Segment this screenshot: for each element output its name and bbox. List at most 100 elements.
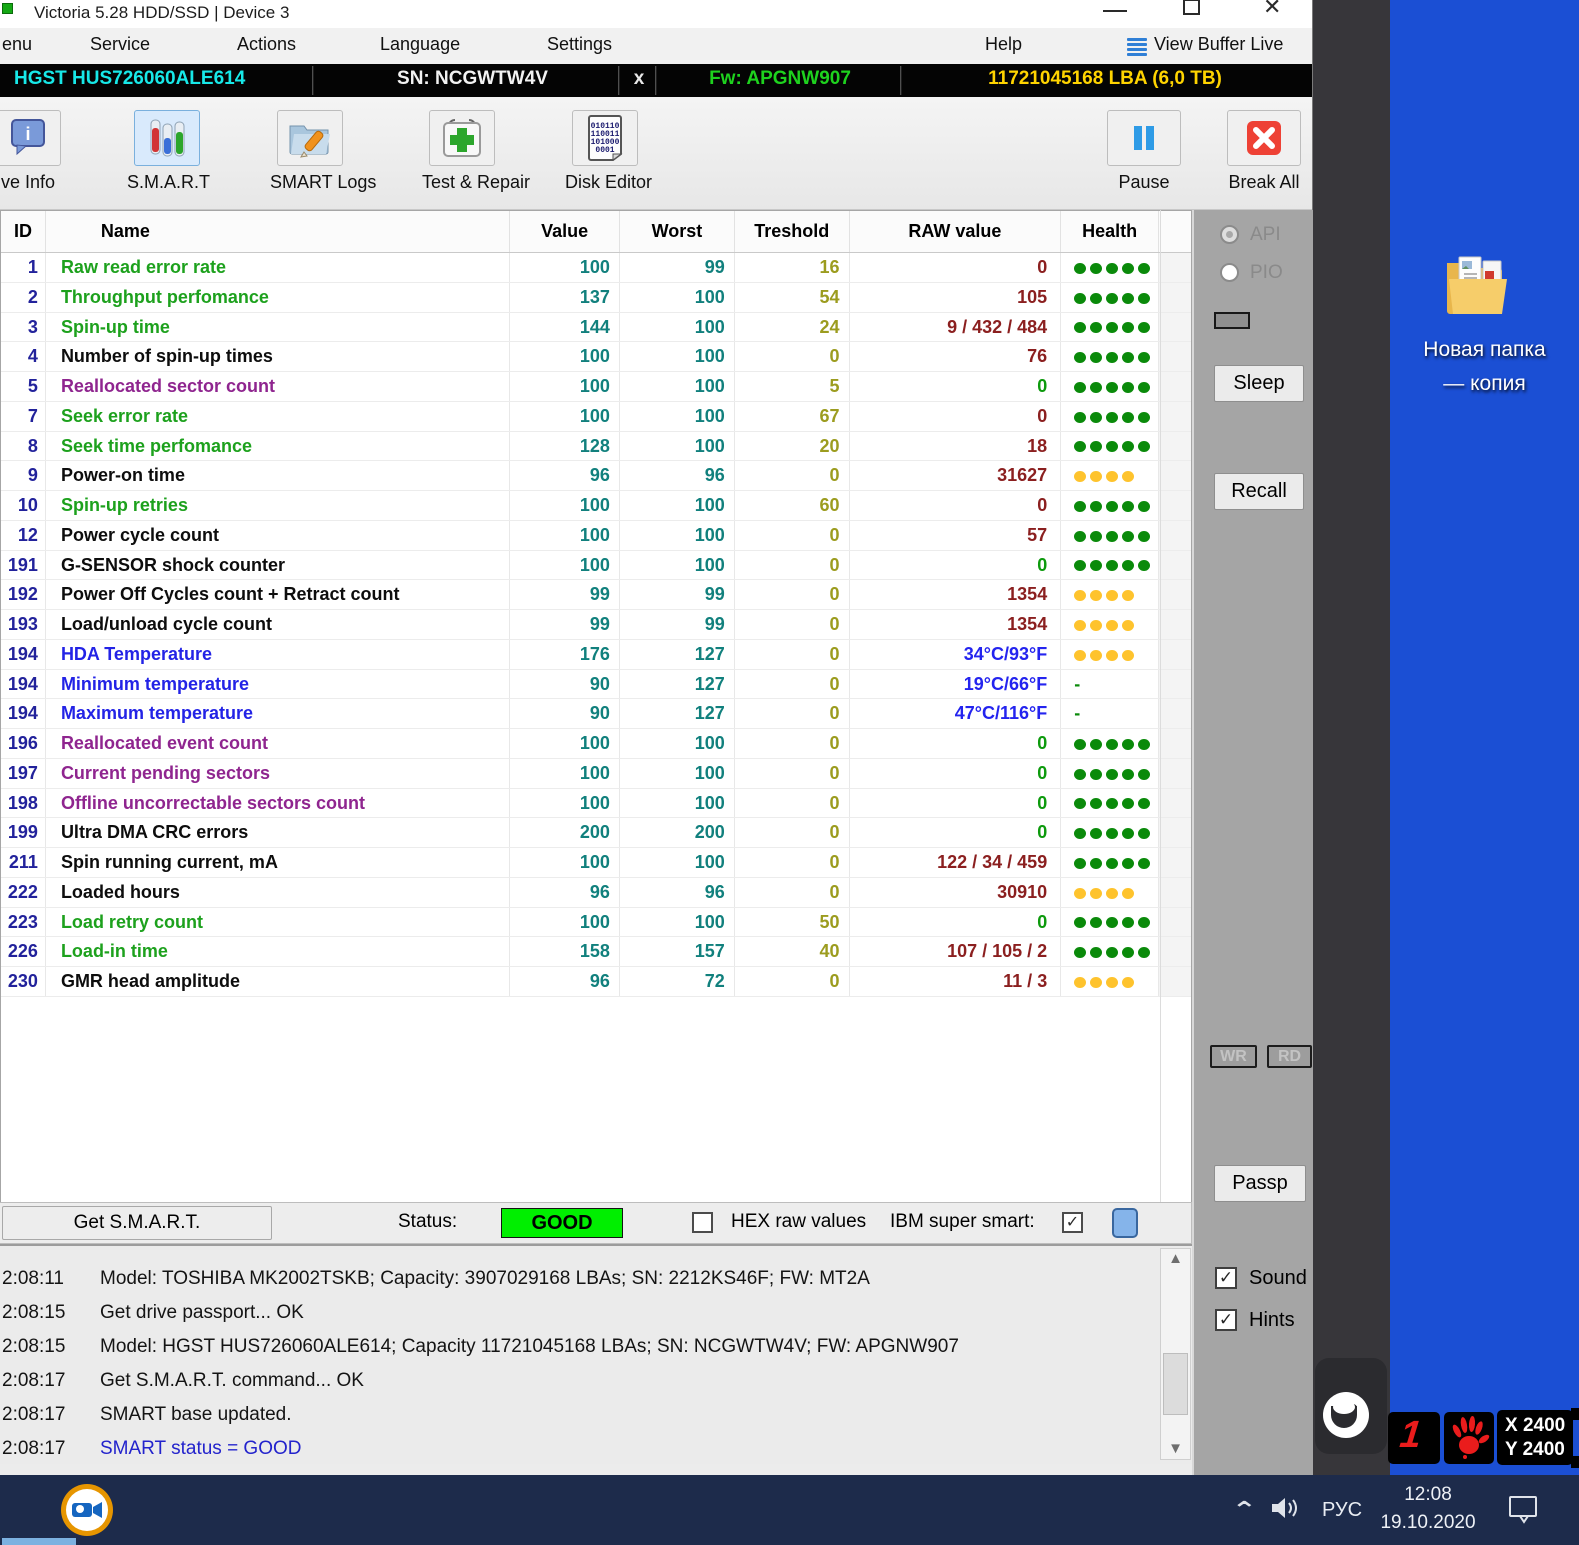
smart-table-row[interactable]: 192Power Off Cycles count + Retract coun… — [1, 580, 1191, 610]
smart-table-row[interactable]: 194Minimum temperature90127019°C/66°F- — [1, 670, 1191, 700]
clock[interactable]: 12:08 19.10.2020 — [1378, 1481, 1478, 1537]
attribute-worst: 157 — [620, 937, 735, 966]
smart-table-row[interactable]: 194Maximum temperature90127047°C/116°F- — [1, 699, 1191, 729]
scroll-up-icon[interactable]: ▲ — [1161, 1249, 1190, 1269]
smart-table-row[interactable]: 10Spin-up retries100100600 — [1, 491, 1191, 521]
minimize-button[interactable] — [1103, 10, 1127, 12]
desktop-folder-icon[interactable] — [1445, 253, 1525, 331]
ibm-super-smart-checkbox[interactable]: ✓ — [1062, 1212, 1083, 1233]
row-scroll-track — [1159, 372, 1191, 401]
pio-radio[interactable] — [1220, 263, 1239, 282]
smart-table-row[interactable]: 223Load retry count100100500 — [1, 908, 1191, 938]
row-scroll-track — [1159, 551, 1191, 580]
health-dot — [1138, 501, 1150, 512]
attribute-value: 100 — [510, 491, 620, 520]
close-button[interactable]: ✕ — [1263, 0, 1281, 20]
smart-table-row[interactable]: 199Ultra DMA CRC errors20020000 — [1, 818, 1191, 848]
smart-table-row[interactable]: 4Number of spin-up times100100076 — [1, 342, 1191, 372]
test-repair-button[interactable]: Test & Repair — [422, 110, 502, 193]
wr-button[interactable]: WR — [1210, 1045, 1257, 1068]
menu-item-language[interactable]: Language — [380, 34, 460, 55]
attribute-raw-value: 9 / 432 / 484 — [850, 313, 1062, 342]
menu-item-menu[interactable]: enu — [2, 34, 32, 55]
break-all-button[interactable]: Break All — [1224, 110, 1304, 193]
header-health[interactable]: Health — [1061, 211, 1159, 252]
scrollbar-thumb[interactable] — [1163, 1353, 1188, 1415]
taskbar-time: 12:08 — [1378, 1481, 1478, 1509]
menu-item-help[interactable]: Help — [985, 34, 1022, 55]
maximize-button[interactable] — [1183, 0, 1200, 15]
smart-button[interactable]: S.M.A.R.T — [127, 110, 207, 193]
smart-table-row[interactable]: 196Reallocated event count10010000 — [1, 729, 1191, 759]
header-worst[interactable]: Worst — [620, 211, 735, 252]
screen-recorder-icon[interactable] — [60, 1483, 114, 1537]
attribute-treshold: 60 — [735, 491, 850, 520]
ibm-color-swatch[interactable] — [1112, 1208, 1138, 1238]
smart-table-row[interactable]: 197Current pending sectors10010000 — [1, 759, 1191, 789]
attribute-name: Seek error rate — [46, 402, 510, 431]
notification-center-icon[interactable] — [1508, 1495, 1540, 1530]
smart-table-row[interactable]: 222Loaded hours9696030910 — [1, 878, 1191, 908]
attribute-health — [1061, 491, 1159, 520]
hints-checkbox[interactable]: ✓ — [1215, 1309, 1237, 1331]
menu-item-actions[interactable]: Actions — [237, 34, 296, 55]
hex-raw-values-checkbox[interactable] — [692, 1212, 713, 1233]
window-title: Victoria 5.28 HDD/SSD | Device 3 — [34, 3, 289, 23]
attribute-health — [1061, 313, 1159, 342]
header-treshold[interactable]: Treshold — [735, 211, 850, 252]
attribute-value: 99 — [510, 610, 620, 639]
sleep-button[interactable]: Sleep — [1214, 365, 1304, 402]
attribute-treshold: 0 — [735, 878, 850, 907]
header-name[interactable]: Name — [46, 211, 510, 252]
smart-table-row[interactable]: 9Power-on time9696031627 — [1, 461, 1191, 491]
smart-table-row[interactable]: 5Reallocated sector count10010050 — [1, 372, 1191, 402]
smart-table-row[interactable]: 193Load/unload cycle count999901354 — [1, 610, 1191, 640]
attribute-id: 9 — [1, 461, 46, 490]
smart-table-row[interactable]: 2Throughput perfomance13710054105 — [1, 283, 1191, 313]
attribute-health — [1061, 521, 1159, 550]
smart-table-row[interactable]: 3Spin-up time144100249 / 432 / 484 — [1, 313, 1191, 343]
api-radio[interactable] — [1220, 225, 1239, 244]
smart-table-row[interactable]: 12Power cycle count100100057 — [1, 521, 1191, 551]
smart-table-row[interactable]: 198Offline uncorrectable sectors count10… — [1, 789, 1191, 819]
attribute-id: 222 — [1, 878, 46, 907]
desktop: Новая папка — копия — [1390, 0, 1579, 1545]
smart-table-row[interactable]: 194HDA Temperature176127034°C/93°F — [1, 640, 1191, 670]
smart-table-row[interactable]: 226Load-in time15815740107 / 105 / 2 — [1, 937, 1191, 967]
menu-item-settings[interactable]: Settings — [547, 34, 612, 55]
smart-table-row[interactable]: 7Seek error rate100100670 — [1, 402, 1191, 432]
log-scrollbar[interactable]: ▲ ▼ — [1160, 1248, 1191, 1460]
scroll-down-icon[interactable]: ▼ — [1161, 1439, 1190, 1459]
attribute-worst: 96 — [620, 878, 735, 907]
header-id[interactable]: ID — [1, 211, 46, 252]
disk-editor-button[interactable]: 0101101100111010000001 Disk Editor — [565, 110, 645, 193]
health-dot — [1074, 650, 1086, 661]
smart-table-row[interactable]: 230GMR head amplitude9672011 / 3 — [1, 967, 1191, 997]
sound-checkbox[interactable]: ✓ — [1215, 1267, 1237, 1289]
recall-button[interactable]: Recall — [1214, 473, 1304, 510]
menu-item-view-buffer-live[interactable]: View Buffer Live — [1154, 34, 1283, 55]
attribute-id: 230 — [1, 967, 46, 996]
passp-button[interactable]: Passp — [1214, 1165, 1306, 1202]
health-dot — [1074, 858, 1086, 869]
attribute-name: Spin running current, mA — [46, 848, 510, 877]
attribute-id: 211 — [1, 848, 46, 877]
menu-item-service[interactable]: Service — [90, 34, 150, 55]
smart-table-row[interactable]: 211Spin running current, mA1001000122 / … — [1, 848, 1191, 878]
health-dot — [1106, 322, 1118, 333]
attribute-worst: 127 — [620, 699, 735, 728]
smart-table-row[interactable]: 8Seek time perfomance1281002018 — [1, 432, 1191, 462]
health-dot — [1106, 858, 1118, 869]
speaker-icon[interactable] — [1270, 1495, 1300, 1526]
header-raw-value[interactable]: RAW value — [850, 211, 1062, 252]
language-indicator[interactable]: РУС — [1322, 1499, 1362, 1522]
drive-info-button[interactable]: i ve Info — [0, 110, 68, 193]
pause-button[interactable]: Pause — [1104, 110, 1184, 193]
smart-table-row[interactable]: 1Raw read error rate10099160 — [1, 253, 1191, 283]
get-smart-button[interactable]: Get S.M.A.R.T. — [2, 1206, 272, 1240]
smart-logs-button[interactable]: SMART Logs — [270, 110, 350, 193]
tray-chevron-icon[interactable]: ⌃ — [1231, 1497, 1257, 1523]
header-value[interactable]: Value — [510, 211, 620, 252]
smart-table-row[interactable]: 191G-SENSOR shock counter10010000 — [1, 551, 1191, 581]
rd-button[interactable]: RD — [1267, 1045, 1312, 1068]
